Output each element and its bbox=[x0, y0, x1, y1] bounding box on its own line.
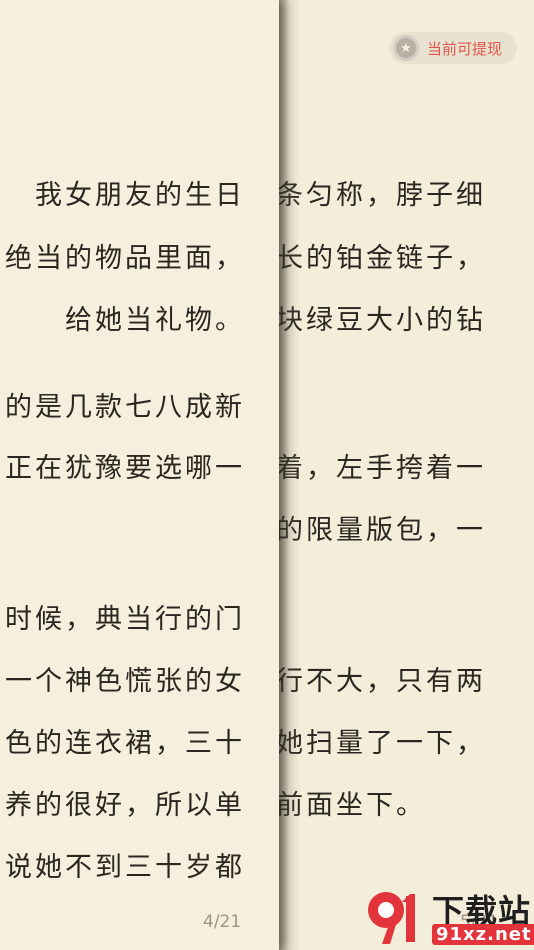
left-text-line: 给她当礼物。 bbox=[65, 305, 245, 336]
left-text-line: 的是几款七八成新 bbox=[5, 392, 245, 423]
left-text-line: 一个神色慌张的女 bbox=[5, 666, 245, 697]
right-text-line: 着，左手挎着一 bbox=[276, 453, 486, 484]
star-icon: ★ bbox=[393, 35, 419, 61]
left-text-line: 说她不到三十岁都 bbox=[5, 852, 245, 883]
withdraw-badge-label: 当前可提现 bbox=[427, 39, 503, 58]
watermark-url: 91xz.net bbox=[432, 924, 534, 945]
left-page-number: 4/21 bbox=[203, 912, 242, 932]
right-text-line: 条匀称，脖子细 bbox=[276, 180, 486, 211]
right-text-line: 她扫量了一下， bbox=[276, 728, 486, 759]
left-text-line: 色的连衣裙，三十 bbox=[5, 728, 245, 759]
left-text-line: 时候，典当行的门 bbox=[5, 604, 245, 635]
page-curl-shadow bbox=[279, 0, 301, 950]
left-text-line: 养的很好，所以单 bbox=[5, 790, 245, 821]
site-watermark: 下载站 91xz.net bbox=[360, 884, 534, 950]
left-text-line: 绝当的物品里面， bbox=[5, 243, 245, 274]
91-logo-icon bbox=[368, 892, 415, 944]
left-text-line: 正在犹豫要选哪一 bbox=[5, 453, 245, 484]
withdraw-available-badge[interactable]: ★ 当前可提现 bbox=[389, 32, 517, 64]
right-text-line: 行不大，只有两 bbox=[276, 666, 486, 697]
right-text-line: 长的铂金链子， bbox=[276, 243, 486, 274]
left-text-line: 我女朋友的生日 bbox=[35, 180, 245, 211]
left-page-turning[interactable]: 我女朋友的生日 绝当的物品里面， 给她当礼物。 的是几款七八成新 正在犹豫要选哪… bbox=[0, 0, 279, 950]
right-text-line: 的限量版包，一 bbox=[276, 515, 486, 546]
right-text-line: 块绿豆大小的钻 bbox=[276, 305, 486, 336]
